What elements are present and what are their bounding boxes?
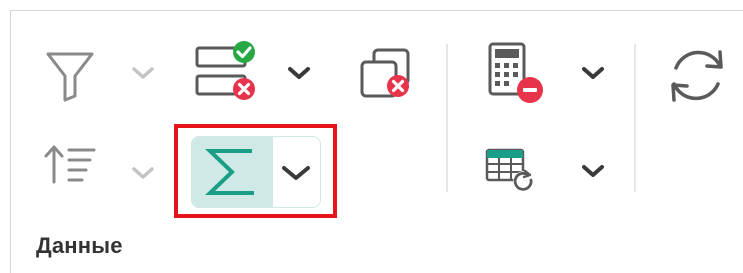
ribbon-separator — [634, 44, 636, 192]
calculation-off-button[interactable] — [486, 40, 550, 106]
sort-dropdown-arrow[interactable] — [130, 162, 156, 184]
remove-duplicates-button[interactable] — [358, 44, 418, 104]
ribbon-group-label: Данные — [36, 233, 123, 258]
recalculate-dropdown-arrow[interactable] — [580, 160, 606, 182]
chevron-down-icon — [582, 67, 604, 79]
remove-duplicates-icon — [360, 48, 410, 98]
chevron-down-icon — [288, 67, 310, 79]
refresh-button[interactable] — [664, 44, 736, 108]
highlight-frame — [174, 124, 337, 218]
filter-button[interactable] — [44, 48, 96, 108]
data-validation-button[interactable] — [194, 40, 266, 110]
ribbon-separator — [446, 44, 448, 192]
data-validation-icon — [195, 41, 255, 100]
filter-icon — [46, 52, 94, 102]
calculator-stop-icon — [488, 42, 543, 103]
chevron-down-icon — [132, 167, 154, 179]
filter-dropdown-arrow[interactable] — [130, 62, 156, 84]
calculation-dropdown-arrow[interactable] — [580, 62, 606, 84]
recalculate-button[interactable] — [484, 146, 544, 196]
refresh-icon — [671, 50, 723, 102]
sort-icon — [44, 145, 96, 184]
data-validation-dropdown-arrow[interactable] — [286, 62, 312, 84]
table-refresh-icon — [485, 148, 535, 193]
chevron-down-icon — [582, 165, 604, 177]
chevron-down-icon — [132, 67, 154, 79]
sort-button[interactable] — [42, 140, 102, 190]
